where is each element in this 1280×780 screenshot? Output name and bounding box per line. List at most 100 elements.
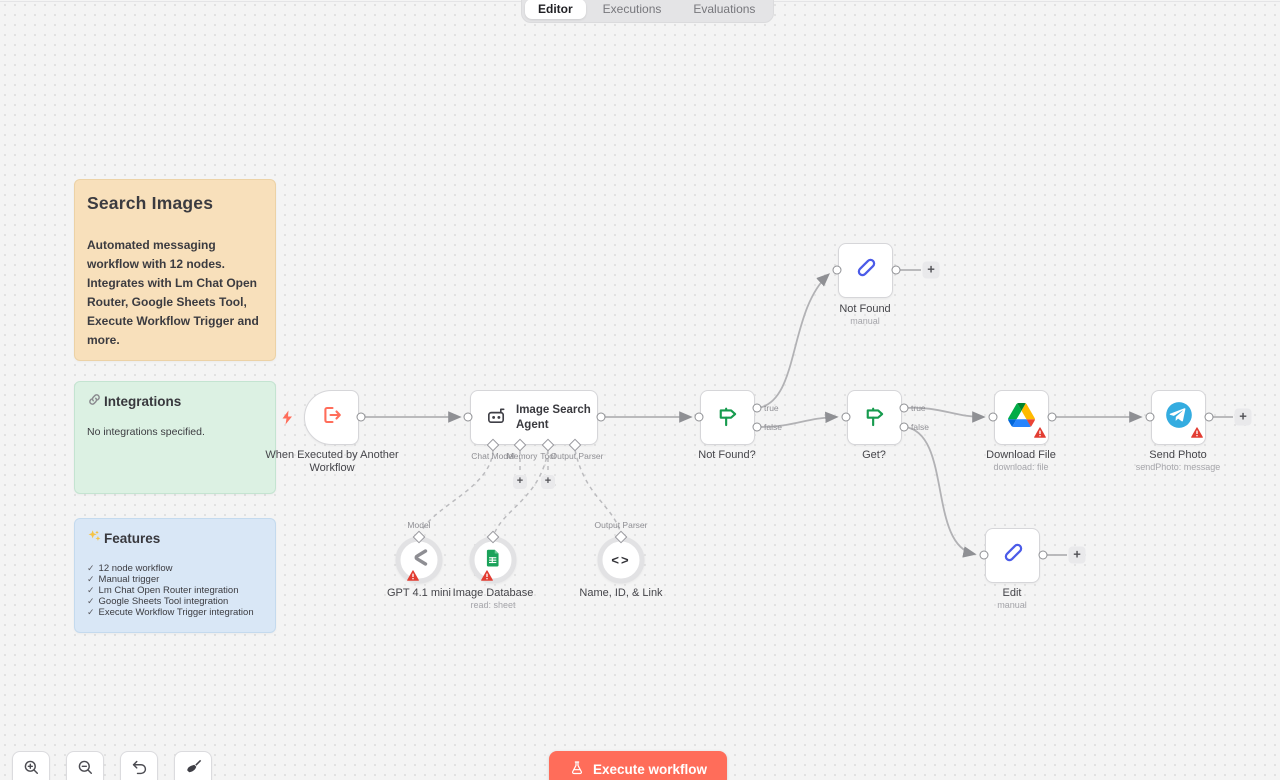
node-not-found-if[interactable] (700, 390, 755, 445)
add-node-button[interactable]: + (1068, 546, 1086, 564)
input-port[interactable] (979, 550, 989, 560)
robot-icon (485, 404, 508, 432)
warning-icon (1034, 425, 1046, 443)
execute-workflow-trigger-icon (320, 403, 344, 432)
subnode-port-label-output-parser: Output Parser (594, 520, 648, 530)
input-port[interactable] (694, 412, 704, 422)
node-label: Get? (862, 449, 886, 461)
check-icon: ✓ (87, 596, 95, 606)
node-subtitle: manual (850, 316, 880, 326)
check-icon: ✓ (87, 585, 95, 595)
node-title: Image Search Agent (516, 403, 591, 431)
view-tabbar: Editor Executions Evaluations (521, 0, 775, 23)
input-port[interactable] (463, 412, 473, 422)
zoom-out-button[interactable] (66, 751, 104, 780)
agent-port-label-output-parser: Output Parser (550, 451, 604, 461)
output-port-true[interactable] (899, 403, 909, 413)
zoom-in-button[interactable] (12, 751, 50, 780)
sticky-body: Automated messaging workflow with 12 nod… (87, 238, 259, 347)
output-label-true: true (911, 403, 926, 413)
output-port[interactable] (1047, 412, 1057, 422)
input-port[interactable] (1145, 412, 1155, 422)
input-port[interactable] (841, 412, 851, 422)
link-icon (87, 392, 102, 410)
input-port[interactable] (988, 412, 998, 422)
check-icon: ✓ (87, 574, 95, 584)
execute-workflow-button[interactable]: Execute workflow (549, 751, 728, 780)
feature-item: ✓ Lm Chat Open Router integration (87, 585, 239, 596)
output-port[interactable] (596, 412, 606, 422)
subnode-image-database[interactable] (469, 536, 517, 584)
output-port[interactable] (891, 265, 901, 275)
check-icon: ✓ (87, 563, 95, 573)
sticky-title: Features (87, 529, 263, 547)
zoom-in-icon (22, 758, 41, 780)
add-node-button[interactable]: + (1234, 408, 1252, 426)
node-edit[interactable] (985, 528, 1040, 583)
node-label: Edit (1002, 587, 1022, 599)
add-node-button[interactable]: + (922, 261, 940, 279)
output-port[interactable] (1204, 412, 1214, 422)
node-subtitle: read: sheet (470, 600, 516, 610)
tidy-up-button[interactable] (174, 751, 212, 780)
node-label: Download File (986, 449, 1056, 461)
google-drive-icon (1008, 403, 1035, 432)
feature-item: ✓ 12 node workflow (87, 563, 173, 574)
subnode-name-id-link[interactable]: <> (597, 536, 645, 584)
broom-icon (184, 758, 203, 780)
sticky-title: Integrations (87, 392, 263, 410)
feature-item: ✓ Manual trigger (87, 574, 160, 585)
warning-icon (1191, 425, 1203, 443)
zoom-out-icon (76, 758, 95, 780)
node-label: Send Photo (1149, 449, 1207, 461)
output-label-false: false (911, 422, 929, 432)
output-port[interactable] (356, 412, 366, 422)
flask-icon (569, 760, 585, 779)
node-label: Not Found? (698, 449, 756, 461)
subnode-port-label-model: Model (407, 520, 431, 530)
node-subtitle: download: file (993, 462, 1049, 472)
output-port-false[interactable] (899, 422, 909, 432)
node-not-found-set[interactable] (838, 243, 893, 298)
sticky-body: No integrations specified. (87, 426, 205, 438)
add-memory-button[interactable]: + (513, 475, 527, 489)
pencil-icon (999, 540, 1026, 572)
node-get-if[interactable] (847, 390, 902, 445)
reset-zoom-button[interactable] (120, 751, 158, 780)
pencil-icon (852, 255, 879, 287)
output-port-true[interactable] (752, 403, 762, 413)
input-port[interactable] (832, 265, 842, 275)
signpost-icon (714, 402, 741, 434)
sticky-note-search-images[interactable]: Search Images Automated messaging workfl… (74, 179, 276, 361)
code-icon: <> (611, 552, 631, 568)
node-label: Not Found (839, 303, 891, 315)
sticky-title: Search Images (87, 193, 214, 213)
tab-executions[interactable]: Executions (588, 0, 677, 19)
trigger-lightning-icon (281, 410, 294, 430)
node-when-executed-by-another-workflow[interactable] (304, 390, 359, 445)
telegram-icon (1165, 401, 1193, 434)
warning-icon (407, 568, 419, 586)
node-label: When Executed by Another Workflow (265, 449, 399, 474)
warning-icon (481, 568, 493, 586)
check-icon: ✓ (87, 607, 95, 617)
node-subtitle: sendPhoto: message (1135, 462, 1221, 472)
signpost-icon (861, 402, 888, 434)
tab-editor[interactable]: Editor (525, 0, 586, 19)
subnode-gpt-41-mini[interactable] (395, 536, 443, 584)
features-list: ✓ 12 node workflow ✓ Manual trigger ✓ Lm Ch… (87, 563, 263, 618)
tab-evaluations[interactable]: Evaluations (678, 0, 770, 19)
agent-port-label-memory: Memory (506, 451, 538, 461)
output-label-true: true (764, 403, 779, 413)
sticky-note-integrations[interactable]: Integrations No integrations specified. (74, 381, 276, 494)
execute-workflow-label: Execute workflow (593, 761, 708, 777)
node-label: Name, ID, & Link (579, 587, 663, 599)
output-port[interactable] (1038, 550, 1048, 560)
feature-item: ✓ Execute Workflow Trigger integration (87, 607, 254, 618)
node-image-search-agent[interactable]: Image Search Agent (470, 390, 598, 445)
sticky-note-features[interactable]: Features ✓ 12 node workflow ✓ Manual trigg… (74, 518, 276, 633)
undo-icon (130, 758, 149, 780)
output-port-false[interactable] (752, 422, 762, 432)
sparkles-icon (87, 529, 102, 547)
add-tool-button[interactable]: + (541, 475, 555, 489)
